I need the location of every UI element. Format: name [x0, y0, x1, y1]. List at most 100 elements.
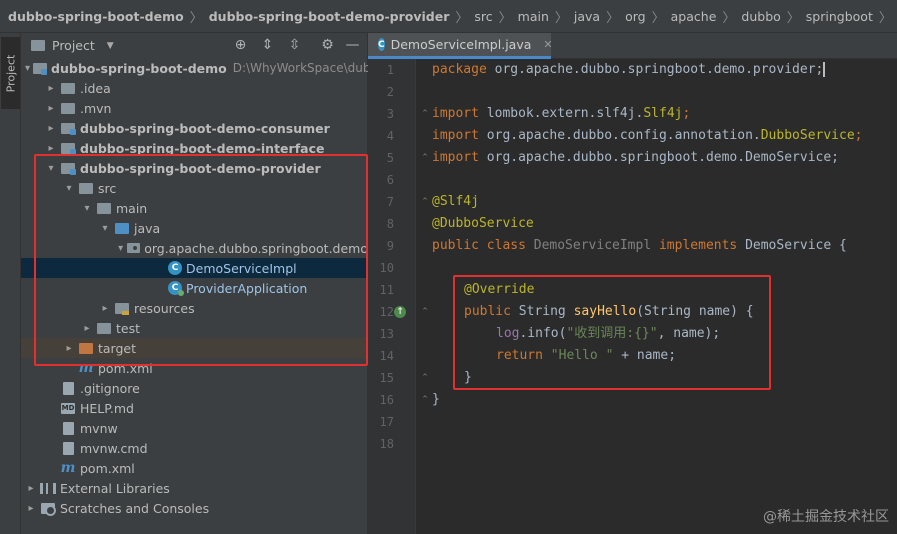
project-view-selector[interactable]: Project — [52, 38, 95, 53]
breadcrumb-separator: 〉 — [722, 10, 736, 26]
tree-item-label: .idea — [80, 80, 111, 96]
chevron-down-icon[interactable]: ▼ — [107, 41, 114, 51]
chevron-right-icon[interactable]: ▸ — [45, 83, 57, 94]
fold-marker-icon[interactable]: ⌃ — [420, 307, 430, 317]
code-line-16: } — [432, 392, 440, 407]
tree-item-label: dubbo-spring-boot-demo-interface — [80, 140, 325, 156]
breadcrumb-separator: 〉 — [878, 10, 892, 26]
expand-all-icon[interactable]: ⇕ — [259, 37, 276, 54]
tree-item[interactable]: mvnw — [21, 418, 368, 438]
fold-marker-icon[interactable]: ⌃ — [420, 153, 430, 163]
breadcrumb-item[interactable]: src — [474, 9, 492, 24]
tree-item[interactable]: ▾ dubbo-spring-boot-demo D:\WhyWorkSpace\d… — [21, 58, 378, 78]
tree-item-label: mvnw.cmd — [80, 440, 148, 456]
line-number: 6 — [386, 173, 394, 187]
chevron-down-icon[interactable]: ▾ — [117, 243, 124, 254]
fold-marker-icon[interactable]: ⌃ — [420, 373, 430, 383]
line-number: 16 — [379, 393, 394, 407]
line-number: 12 — [379, 305, 394, 319]
resources-folder-icon — [114, 301, 130, 315]
breadcrumb-item[interactable]: dubbo-spring-boot-demo-provider — [209, 9, 450, 24]
tree-item[interactable]: ▸ test — [21, 318, 368, 338]
tree-item-label: test — [116, 320, 141, 336]
chevron-right-icon[interactable]: ▸ — [99, 303, 111, 314]
breadcrumb-item[interactable]: dubbo — [741, 9, 780, 24]
package-icon — [127, 241, 140, 255]
fold-marker-icon[interactable]: ⌃ — [420, 197, 430, 207]
fold-marker-icon[interactable]: ⌃ — [420, 109, 430, 119]
close-icon[interactable]: ✕ — [543, 38, 552, 51]
breadcrumb-item[interactable]: dubbo-spring-boot-demo — [8, 9, 184, 24]
breadcrumb-item[interactable]: main — [518, 9, 549, 24]
tree-item[interactable]: ▸ dubbo-spring-boot-demo-consumer — [21, 118, 368, 138]
tree-item[interactable]: ▸ dubbo-spring-boot-demo-interface — [21, 138, 368, 158]
tree-item-label: dubbo-spring-boot-demo-consumer — [80, 120, 330, 136]
chevron-down-icon[interactable]: ▾ — [25, 63, 30, 74]
chevron-down-icon[interactable]: ▾ — [81, 203, 93, 214]
chevron-right-icon[interactable]: ▸ — [25, 483, 37, 494]
tree-item[interactable]: C ProviderApplication — [21, 278, 368, 298]
tree-item[interactable]: ▸ .idea — [21, 78, 368, 98]
chevron-right-icon[interactable]: ▸ — [63, 343, 75, 354]
tree-item[interactable]: ▸ resources — [21, 298, 368, 318]
tree-item-label: dubbo-spring-boot-demo-provider — [80, 160, 321, 176]
line-number: 7 — [386, 195, 394, 209]
tree-item[interactable]: HELP.md — [21, 398, 368, 418]
breadcrumb-separator: 〉 — [651, 10, 665, 26]
tree-item[interactable]: ▾ dubbo-spring-boot-demo-provider — [21, 158, 368, 178]
chevron-right-icon[interactable]: ▸ — [45, 123, 57, 134]
code-line-14: return "Hello " + name; — [496, 348, 677, 363]
chevron-down-icon[interactable]: ▾ — [63, 183, 75, 194]
tree-item[interactable]: ▾ src — [21, 178, 368, 198]
chevron-right-icon[interactable]: ▸ — [25, 503, 37, 514]
chevron-right-icon[interactable]: ▸ — [45, 143, 57, 154]
fold-marker-icon[interactable]: ⌃ — [420, 395, 430, 405]
tree-item[interactable]: .gitignore — [21, 378, 368, 398]
breadcrumb-item[interactable]: org — [625, 9, 646, 24]
tree-item-label: .mvn — [80, 100, 112, 116]
tree-item-label: pom.xml — [98, 360, 153, 376]
code-line-5: import org.apache.dubbo.springboot.demo.… — [432, 150, 839, 165]
breadcrumb: dubbo-spring-boot-demo 〉 dubbo-spring-boot… — [0, 0, 897, 33]
tree-item[interactable]: ▾ java — [21, 218, 368, 238]
tree-item[interactable]: C DemoServiceImpl — [21, 258, 368, 278]
tree-item[interactable]: ▸ target — [21, 338, 368, 358]
chevron-right-icon[interactable]: ▸ — [81, 323, 93, 334]
markdown-icon — [60, 401, 76, 415]
code-line-12: public String sayHello(String name) { — [464, 304, 754, 319]
tree-item[interactable]: ▾ main — [21, 198, 368, 218]
breadcrumb-item[interactable]: springboot — [806, 9, 873, 24]
tree-item[interactable]: mvnw.cmd — [21, 438, 368, 458]
line-number: 10 — [379, 261, 394, 275]
gear-icon[interactable]: ⚙ — [319, 37, 336, 54]
chevron-down-icon[interactable]: ▾ — [45, 163, 57, 174]
editor-gutter: 1 2 3 4 5 6 7 8 9 10 11 12 13 14 15 16 17 18 — [368, 59, 416, 534]
tree-item[interactable]: ▾ org.apache.dubbo.springboot.demo — [21, 238, 368, 258]
collapse-all-icon[interactable]: ⇳ — [286, 37, 303, 54]
tree-item[interactable]: ▸ Scratches and Consoles — [21, 498, 368, 518]
class-icon: C — [378, 38, 385, 51]
tree-item-label: main — [116, 200, 148, 216]
tree-item-label: HELP.md — [80, 400, 134, 416]
file-icon — [60, 381, 76, 395]
tree-item[interactable]: ▸ External Libraries — [21, 478, 368, 498]
chevron-down-icon[interactable]: ▾ — [99, 223, 111, 234]
source-folder-icon — [114, 221, 130, 235]
project-tool-window-button[interactable]: Project — [1, 37, 20, 109]
chevron-right-icon[interactable]: ▸ — [45, 103, 57, 114]
maven-icon: m — [60, 460, 76, 476]
tree-item[interactable]: m pom.xml — [21, 358, 368, 378]
tree-item[interactable]: ▸ .mvn — [21, 98, 368, 118]
folder-icon — [31, 40, 45, 51]
breadcrumb-item[interactable]: apache — [671, 9, 717, 24]
breadcrumb-item[interactable]: java — [574, 9, 600, 24]
tree-item-label: mvnw — [80, 420, 118, 436]
line-number: 17 — [379, 415, 394, 429]
locate-icon[interactable]: ⊕ — [232, 37, 249, 54]
override-method-icon[interactable]: ↑ — [394, 306, 406, 318]
breadcrumb-separator: 〉 — [189, 10, 203, 26]
hide-icon[interactable]: — — [344, 37, 361, 54]
tree-item-label: dubbo-spring-boot-demo — [51, 60, 227, 76]
tab-demoserviceimpl[interactable]: C DemoServiceImpl.java ✕ — [368, 33, 553, 59]
tree-item[interactable]: m pom.xml — [21, 458, 368, 478]
